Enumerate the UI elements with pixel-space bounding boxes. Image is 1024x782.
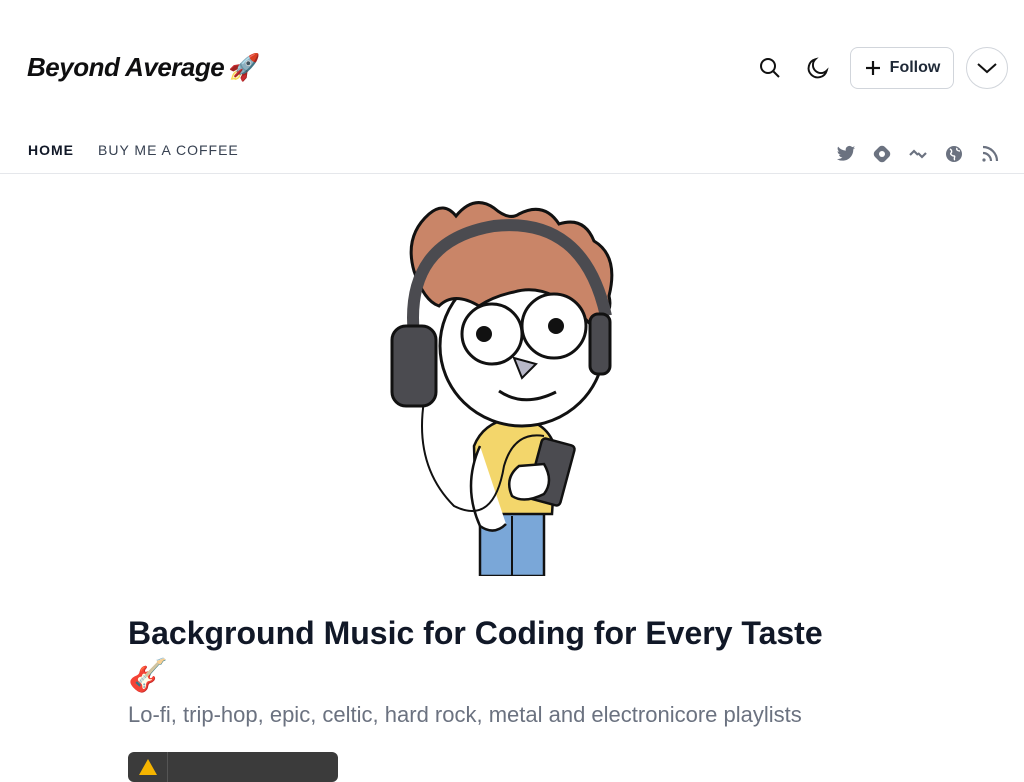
site-title[interactable]: Beyond Average [27, 52, 225, 82]
website-link[interactable] [943, 143, 965, 165]
article-subtitle: Lo-fi, trip-hop, epic, celtic, hard rock… [128, 702, 802, 727]
rocket-emoji: 🚀 [228, 52, 261, 82]
article-title-text: Background Music for Coding for Every Ta… [128, 615, 823, 651]
reading-badge[interactable] [128, 752, 338, 782]
main-nav: HOME BUY ME A COFFEE [0, 128, 1024, 174]
character-illustration [390, 201, 614, 578]
plus-icon [865, 61, 880, 75]
nav-item-buy-me-a-coffee[interactable]: BUY ME A COFFEE [98, 142, 239, 158]
devto-icon [909, 149, 927, 159]
twitter-icon [836, 145, 856, 161]
moon-icon [807, 57, 829, 79]
hashnode-icon [873, 145, 891, 163]
follow-button[interactable]: Follow [850, 47, 954, 89]
cover-image [384, 196, 640, 578]
hashnode-link[interactable] [871, 143, 893, 165]
site-logo[interactable]: Beyond Average 🚀 [27, 52, 261, 83]
nav-item-home[interactable]: HOME [28, 142, 74, 158]
menu-dropdown-button[interactable] [966, 47, 1008, 89]
twitter-link[interactable] [835, 143, 857, 165]
article-title: Background Music for Coding for Every Ta… [128, 612, 888, 696]
devto-link[interactable] [907, 143, 929, 165]
search-icon [760, 58, 780, 78]
warning-icon [138, 759, 157, 775]
guitar-emoji: 🎸 [128, 657, 168, 693]
follow-label: Follow [889, 59, 941, 76]
rss-link[interactable] [979, 143, 1001, 165]
site-header: Beyond Average 🚀 Follow [0, 0, 1024, 120]
website-icon [946, 146, 962, 162]
rss-icon [982, 145, 999, 162]
chevron-down-icon [977, 63, 997, 74]
search-button[interactable] [752, 50, 788, 86]
badge-icon [128, 752, 168, 782]
theme-toggle-button[interactable] [800, 50, 836, 86]
